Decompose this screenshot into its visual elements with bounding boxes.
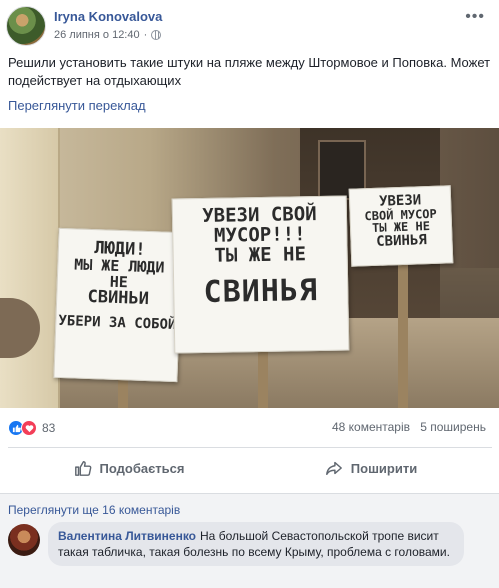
author-avatar[interactable] bbox=[6, 6, 46, 46]
post-card: Iryna Konovalova 26 липня о 12:40 · ••• … bbox=[0, 0, 499, 588]
sign-left-line: УБЕРИ ЗА СОБОЙ bbox=[58, 313, 177, 334]
share-button-label: Поширити bbox=[350, 460, 418, 476]
see-translation-link[interactable]: Переглянути переклад bbox=[8, 98, 146, 113]
sign-right-line: СВИНЬЯ bbox=[375, 231, 428, 250]
post-header: Iryna Konovalova 26 липня о 12:40 · ••• bbox=[6, 6, 493, 48]
reactions-summary[interactable]: 83 bbox=[8, 420, 55, 436]
comments-section: Переглянути ще 16 коментарів Валентина Л… bbox=[0, 493, 499, 588]
more-options-icon[interactable]: ••• bbox=[465, 8, 485, 26]
post-stats: 83 48 коментарів 5 поширень bbox=[8, 420, 492, 438]
sign-left-line: СВИНЬИ bbox=[87, 287, 150, 310]
love-icon bbox=[21, 420, 37, 436]
sign-pole bbox=[398, 263, 408, 408]
post-text: Решили установить такие штуки на пляже м… bbox=[8, 55, 491, 88]
sign-pole bbox=[258, 348, 268, 408]
sign-pole bbox=[118, 378, 128, 408]
sign-center: УВЕЗИ СВОЙ МУСОР!!! ТЫ ЖЕ НЕ СВИНЬЯ bbox=[171, 195, 350, 354]
shares-count[interactable]: 5 поширень bbox=[420, 420, 486, 434]
post-photo[interactable]: ЛЮДИ! МЫ ЖЕ ЛЮДИ НЕ СВИНЬИ УБЕРИ ЗА СОБО… bbox=[0, 128, 499, 408]
sign-center-line: СВИНЬЯ bbox=[203, 272, 319, 310]
photo-cabinet bbox=[0, 128, 60, 408]
commenter-name[interactable]: Валентина Литвиненко bbox=[58, 529, 196, 543]
post-meta: 26 липня о 12:40 · bbox=[54, 29, 162, 41]
divider bbox=[8, 447, 492, 448]
post-date[interactable]: 26 липня о 12:40 bbox=[54, 29, 140, 41]
sign-left: ЛЮДИ! МЫ ЖЕ ЛЮДИ НЕ СВИНЬИ УБЕРИ ЗА СОБО… bbox=[53, 227, 183, 383]
like-button[interactable]: Подобається bbox=[8, 452, 250, 484]
globe-icon bbox=[151, 30, 162, 40]
like-button-label: Подобається bbox=[99, 460, 185, 476]
comment-bubble: Валентина Литвиненко На большой Севастопо… bbox=[48, 522, 464, 566]
share-arrow-icon bbox=[325, 461, 342, 476]
view-more-comments-link[interactable]: Переглянути ще 16 коментарів bbox=[8, 503, 180, 517]
thumbs-up-icon bbox=[74, 460, 91, 476]
author-name[interactable]: Iryna Konovalova bbox=[54, 9, 162, 24]
post-actions: Подобається Поширити bbox=[8, 452, 492, 484]
commenter-avatar[interactable] bbox=[8, 524, 40, 556]
sign-right: УВЕЗИ СВОЙ МУСОР ТЫ ЖЕ НЕ СВИНЬЯ bbox=[348, 185, 454, 267]
post-date-separator: · bbox=[143, 29, 148, 41]
reactions-count: 83 bbox=[42, 421, 56, 435]
comments-count[interactable]: 48 коментарів bbox=[332, 420, 410, 434]
sign-center-line: ТЫ ЖЕ НЕ bbox=[214, 243, 307, 267]
share-button[interactable]: Поширити bbox=[250, 452, 492, 484]
